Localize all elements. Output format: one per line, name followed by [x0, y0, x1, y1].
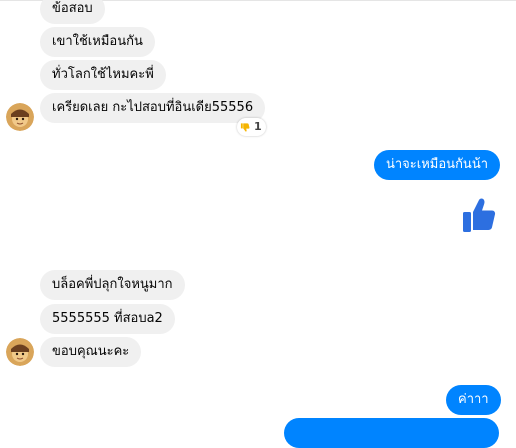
message-bubble-incoming[interactable]: ขอบคุณนะคะ: [40, 337, 142, 367]
message-bubble-incoming[interactable]: เขาใช้เหมือนกัน: [40, 27, 155, 57]
reaction-count: 1: [254, 120, 262, 133]
message-bubble-incoming[interactable]: เครียดเลย กะไปสอบที่อินเดีย55556: [40, 93, 266, 123]
message-bubble-outgoing[interactable]: ค่าาา: [446, 385, 501, 415]
message-text: ขอบคุณนะคะ: [52, 344, 130, 359]
thumbs-up-icon[interactable]: [462, 197, 498, 237]
message-bubble-incoming[interactable]: ข้อสอบ: [40, 0, 105, 24]
message-text: ข้อสอบ: [52, 1, 93, 16]
message-bubble-incoming[interactable]: บล็อคพี่ปลุกใจหนูมาก: [40, 270, 185, 300]
message-bubble-outgoing[interactable]: น่าจะเหมือนกันน้า: [374, 150, 501, 180]
message-text: ทั่วโลกใช้ไหมคะพี่: [52, 67, 154, 82]
message-reaction[interactable]: 1: [237, 118, 266, 136]
message-text: 5555555 ที่สอบa2: [52, 311, 163, 326]
thumbs-down-icon: [240, 122, 250, 132]
message-bubble-incoming[interactable]: 5555555 ที่สอบa2: [40, 304, 175, 334]
message-text: ค่าาา: [458, 392, 489, 407]
avatar[interactable]: [6, 338, 34, 366]
message-text: บล็อคพี่ปลุกใจหนูมาก: [52, 277, 173, 292]
avatar[interactable]: [6, 103, 34, 131]
message-bubble-incoming[interactable]: ทั่วโลกใช้ไหมคะพี่: [40, 60, 166, 90]
message-text: เขาใช้เหมือนกัน: [52, 34, 143, 49]
message-bubble-outgoing-partial[interactable]: [284, 418, 499, 448]
message-text: น่าจะเหมือนกันน้า: [386, 157, 489, 172]
message-text: เครียดเลย กะไปสอบที่อินเดีย55556: [52, 100, 254, 115]
